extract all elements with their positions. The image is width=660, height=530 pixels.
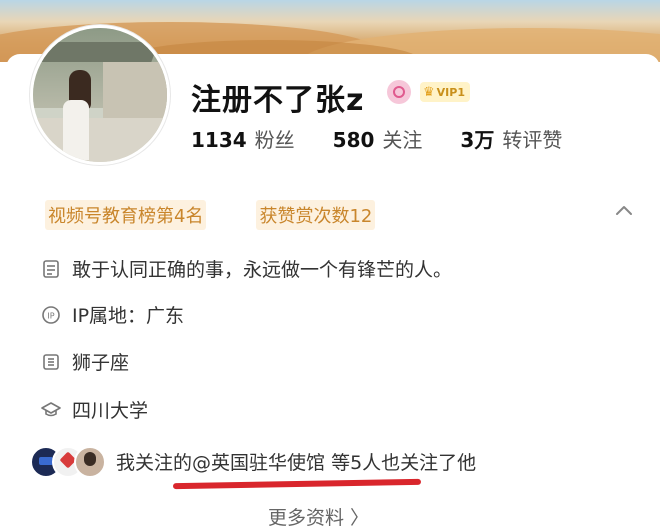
- graduation-cap-icon: [40, 399, 62, 421]
- tag-video-rank[interactable]: 视频号教育榜第4名: [45, 200, 207, 230]
- ip-location-icon: IP: [40, 304, 62, 326]
- vip-label: VIP1: [436, 85, 465, 99]
- crown-icon: ♛: [423, 84, 435, 100]
- profile-stats: 1134 粉丝 580 关注 3万 转评赞: [191, 124, 562, 153]
- zodiac-text: 狮子座: [72, 352, 130, 374]
- chevron-up-icon[interactable]: [613, 200, 635, 222]
- follow-prefix: 我关注的: [116, 451, 193, 474]
- stat-value: 3万: [460, 128, 495, 152]
- svg-text:IP: IP: [47, 311, 54, 320]
- avatar: [74, 446, 106, 478]
- follow-suffix: 等5人也关注了他: [325, 451, 477, 474]
- profile-name: 注册不了张z: [191, 83, 365, 118]
- verified-badge-icon[interactable]: [387, 80, 411, 104]
- vip-badge[interactable]: ♛ VIP1: [420, 82, 470, 102]
- stat-label: 转评赞: [502, 128, 563, 152]
- mutual-follow-row[interactable]: 我关注的 @英国驻华使馆 等5人也关注了他: [30, 444, 476, 478]
- avatar[interactable]: [30, 25, 170, 165]
- mention-link[interactable]: @英国驻华使馆: [192, 448, 325, 475]
- more-info-link[interactable]: 更多资料 〉: [268, 503, 369, 530]
- ip-text: IP属地：广东: [72, 305, 185, 327]
- stat-label: 粉丝: [254, 128, 295, 152]
- bio-text: 敢于认同正确的事，永远做一个有锋芒的人。: [72, 259, 453, 281]
- zodiac-row: 狮子座: [40, 348, 129, 375]
- stat-following[interactable]: 580 关注: [333, 124, 423, 153]
- ip-row: IP IP属地：广东: [40, 301, 184, 328]
- tag-reward-count[interactable]: 获赞赏次数12: [256, 200, 376, 230]
- school-text: 四川大学: [72, 400, 149, 422]
- stat-interactions[interactable]: 3万 转评赞: [460, 124, 562, 153]
- profile-tags: 视频号教育榜第4名 获赞赏次数12: [45, 200, 376, 230]
- mutual-avatars: [30, 444, 106, 478]
- stat-value: 1134: [191, 128, 247, 152]
- calendar-icon: [40, 351, 62, 373]
- stat-label: 关注: [382, 128, 423, 152]
- stat-followers[interactable]: 1134 粉丝: [191, 124, 295, 153]
- document-icon: [40, 258, 62, 280]
- stat-value: 580: [332, 128, 375, 152]
- school-row: 四川大学: [40, 396, 148, 423]
- bio-row: 敢于认同正确的事，永远做一个有锋芒的人。: [40, 255, 452, 282]
